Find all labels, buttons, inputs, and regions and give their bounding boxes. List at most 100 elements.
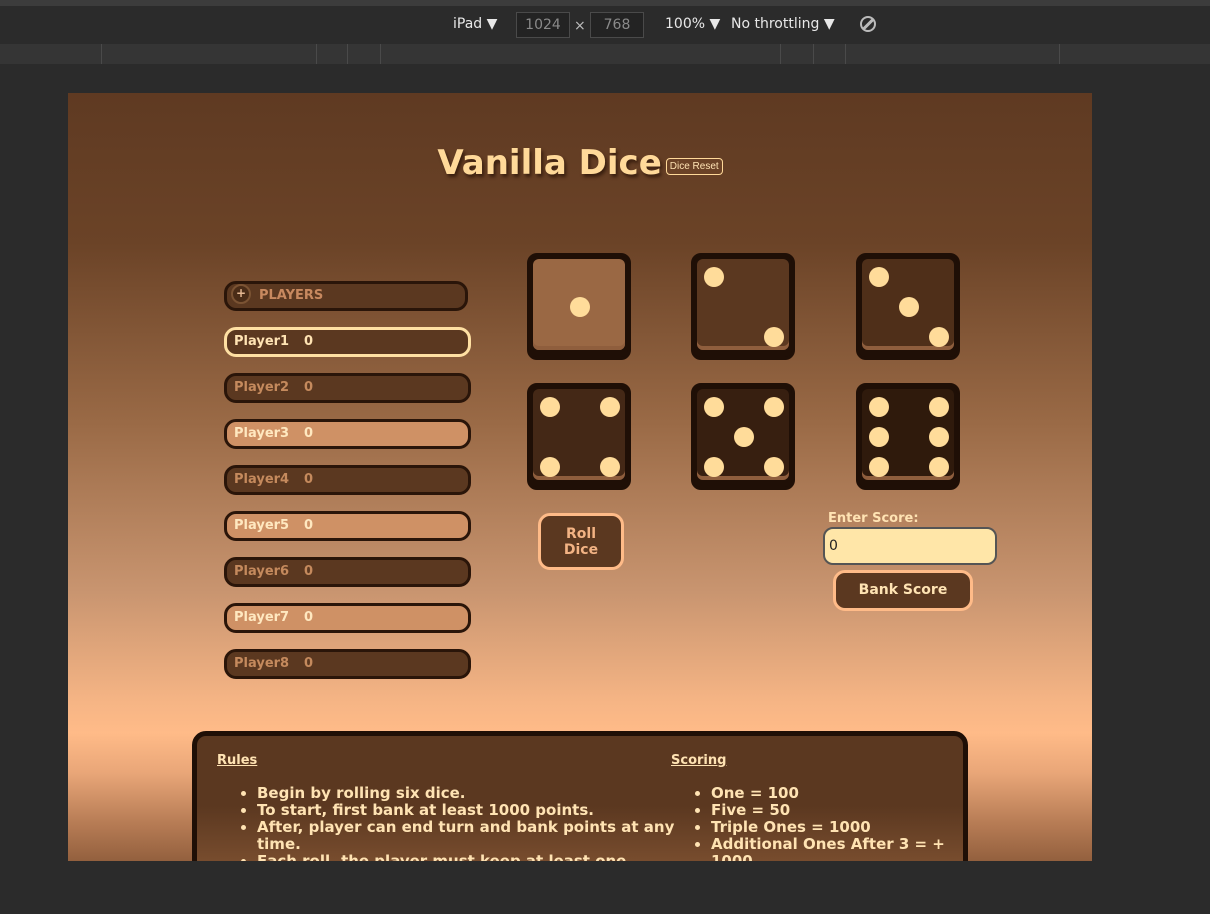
die-2[interactable] [691,253,795,360]
die-pip [734,427,754,447]
player-score: 0 [304,518,314,533]
chevron-down-icon: ▼ [486,16,498,32]
die-pip [764,457,784,477]
die-face [533,389,625,480]
media-query-segment[interactable] [813,44,814,64]
die-pip [929,457,949,477]
player-score: 0 [304,610,314,625]
page-title: Vanilla Dice [437,143,662,183]
die-pip [929,427,949,447]
chevron-down-icon: ▼ [709,16,721,32]
players-header-label: PLAYERS [259,288,324,303]
device-toolbar: iPad ▼ 1024 × 768 100% ▼ No throttling ▼ [0,6,1210,45]
player-name: Player3 [234,426,290,441]
die-pip [764,327,784,347]
media-query-segment[interactable] [1059,44,1060,64]
rules-list: Begin by rolling six dice. To start, fir… [237,785,677,862]
add-player-icon[interactable]: + [231,284,251,304]
die-5[interactable] [691,383,795,490]
die-pip [704,457,724,477]
player-name: Player8 [234,656,290,671]
die-pip [929,327,949,347]
die-face [697,259,789,350]
scoring-list: One = 100 Five = 50 Triple Ones = 1000 A… [691,785,961,862]
die-pip [540,457,560,477]
media-query-segment[interactable] [316,44,317,64]
die-pip [869,267,889,287]
die-face [533,259,625,350]
page-viewport: Vanilla Dice Dice Reset + PLAYERS Player1 0… [68,93,1092,861]
list-item: Begin by rolling six dice. [257,785,677,802]
die-pip [600,397,620,417]
player-name: Player7 [234,610,290,625]
roll-label: Dice [563,542,599,558]
player-row[interactable]: Player4 0 [224,465,471,495]
media-query-segment[interactable] [380,44,381,64]
zoom-select[interactable]: 100% ▼ [665,16,720,32]
player-row[interactable]: Player8 0 [224,649,471,679]
die-pip [869,397,889,417]
player-name: Player5 [234,518,290,533]
player-name: Player2 [234,380,290,395]
roll-label: Roll [566,526,596,542]
die-pip [600,457,620,477]
bank-score-button[interactable]: Bank Score [833,570,973,611]
list-item: Five = 50 [711,802,961,819]
throttle-select[interactable]: No throttling ▼ [731,16,835,32]
player-name: Player1 [234,334,290,349]
list-item: To start, first bank at least 1000 point… [257,802,677,819]
player-row[interactable]: Player1 0 [224,327,471,357]
dice-reset-button[interactable]: Dice Reset [665,157,723,175]
player-row[interactable]: Player2 0 [224,373,471,403]
header: Vanilla Dice Dice Reset [68,143,1092,183]
media-query-segment[interactable] [101,44,102,64]
media-query-segment[interactable] [347,44,348,64]
height-input[interactable]: 768 [590,12,644,38]
player-row[interactable]: Player7 0 [224,603,471,633]
player-score: 0 [304,656,314,671]
width-input[interactable]: 1024 [516,12,570,38]
player-name: Player6 [234,564,290,579]
device-select[interactable]: iPad ▼ [453,16,497,32]
die-3[interactable] [856,253,960,360]
list-item: After, player can end turn and bank poin… [257,819,677,853]
die-pip [869,427,889,447]
rules-panel: Rules Begin by rolling six dice. To star… [192,731,968,861]
times-icon: × [574,18,586,34]
player-row[interactable]: Player3 0 [224,419,471,449]
player-score: 0 [304,472,314,487]
list-item: One = 100 [711,785,961,802]
list-item: Additional Ones After 3 = + 1000 [711,836,961,862]
list-item: Triple Ones = 1000 [711,819,961,836]
player-row[interactable]: Player6 0 [224,557,471,587]
player-name: Player4 [234,472,290,487]
die-6[interactable] [856,383,960,490]
media-query-segment[interactable] [780,44,781,64]
die-pip [540,397,560,417]
die-1[interactable] [527,253,631,360]
chevron-down-icon: ▼ [823,16,835,32]
players-header: + PLAYERS [224,281,468,311]
player-score: 0 [304,334,314,349]
die-pip [704,397,724,417]
die-face [697,389,789,480]
enter-score-label: Enter Score: [828,511,919,526]
list-item: Each roll, the player must keep at least… [257,853,677,862]
die-face [862,259,954,350]
rules-heading: Rules [217,753,258,768]
roll-dice-button[interactable]: Roll Dice [538,513,624,570]
score-input[interactable]: 0 [823,527,997,565]
die-pip [869,457,889,477]
zoom-label: 100% [665,16,706,32]
rotate-icon[interactable] [860,16,876,32]
device-label: iPad [453,16,483,32]
media-query-segment[interactable] [845,44,846,64]
media-query-bar[interactable] [0,44,1210,64]
die-face [862,389,954,480]
player-score: 0 [304,564,314,579]
player-row[interactable]: Player5 0 [224,511,471,541]
throttle-label: No throttling [731,16,820,32]
player-score: 0 [304,380,314,395]
die-4[interactable] [527,383,631,490]
player-score: 0 [304,426,314,441]
